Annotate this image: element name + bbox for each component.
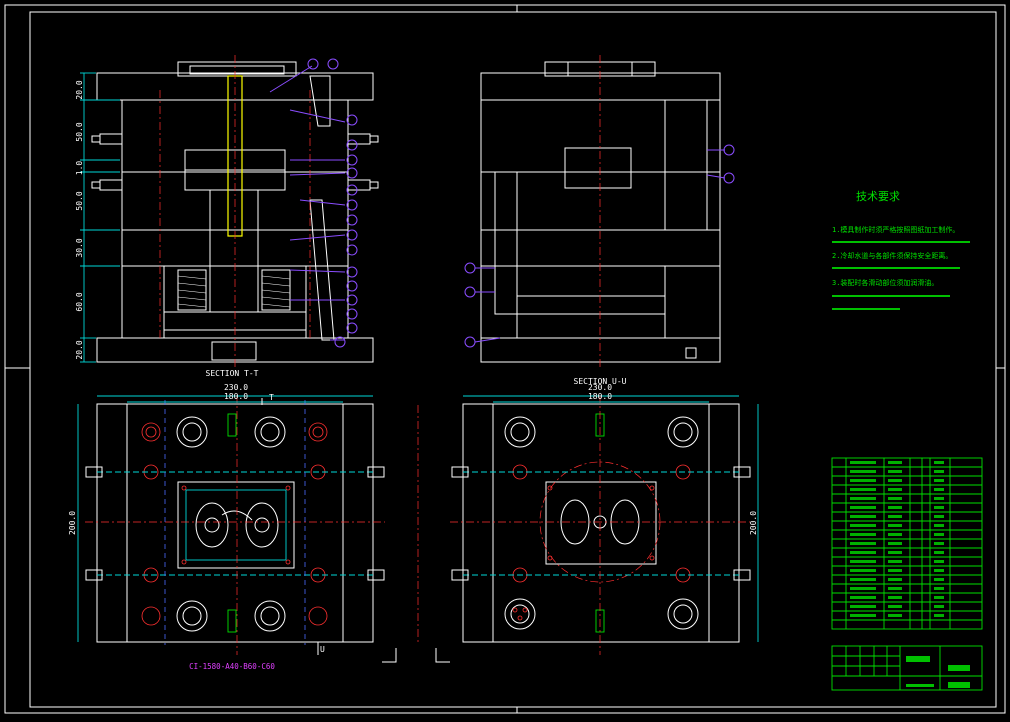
drawing-canvas: 20.0 50.0 1.0 50.0 30.0 60.0 20.0 SECTIO… — [4, 4, 1006, 714]
part-code: CI-1580-A40-B60-C60 — [189, 662, 275, 671]
dim-h-4: 50.0 — [75, 191, 84, 210]
section-tt-label: SECTION T-T — [206, 369, 259, 378]
dim-h-7: 20.0 — [75, 340, 84, 359]
section-tt-view — [80, 55, 379, 368]
title-block — [831, 645, 983, 691]
section-tt-dims: 20.0 50.0 1.0 50.0 30.0 60.0 20.0 — [75, 80, 84, 359]
cad-drawing-sheet: 20.0 50.0 1.0 50.0 30.0 60.0 20.0 SECTIO… — [0, 0, 1010, 718]
bom-table — [831, 457, 983, 630]
section-mark-u-bottom: U — [320, 645, 325, 654]
tech-line-1: 1.模具制作时须严格按照图纸加工制作。 — [832, 225, 959, 234]
inner-border — [29, 11, 997, 708]
dim-width-inner-right: 180.0 — [588, 392, 612, 401]
dim-h-5: 30.0 — [75, 238, 84, 257]
plan-view-left: T U — [77, 393, 385, 655]
dim-height-left: 200.0 — [68, 511, 77, 535]
tech-requirements: 技术要求 1.模具制作时须严格按照图纸加工制作。 2.冷却水道与各部件须保持安全… — [832, 190, 970, 310]
tech-title: 技术要求 — [856, 190, 900, 203]
dim-width-inner: 180.0 — [224, 392, 248, 401]
plan-view-right — [450, 395, 759, 655]
dim-h-3: 1.0 — [75, 161, 84, 176]
section-uu-view — [464, 55, 735, 368]
dim-h-6: 60.0 — [75, 292, 84, 311]
tech-line-3: 3.装配时各滑动部位须加润滑油。 — [832, 278, 938, 287]
tech-line-2: 2.冷却水道与各部件须保持安全距离。 — [832, 251, 952, 260]
section-mark-t-top: T — [269, 393, 274, 402]
dim-height-right: 200.0 — [749, 511, 758, 535]
dim-h-2: 50.0 — [75, 122, 84, 141]
dim-h-1: 20.0 — [75, 80, 84, 99]
section-uu-label: SECTION U-U — [574, 377, 627, 386]
dim-width-outer: 230.0 — [224, 383, 248, 392]
